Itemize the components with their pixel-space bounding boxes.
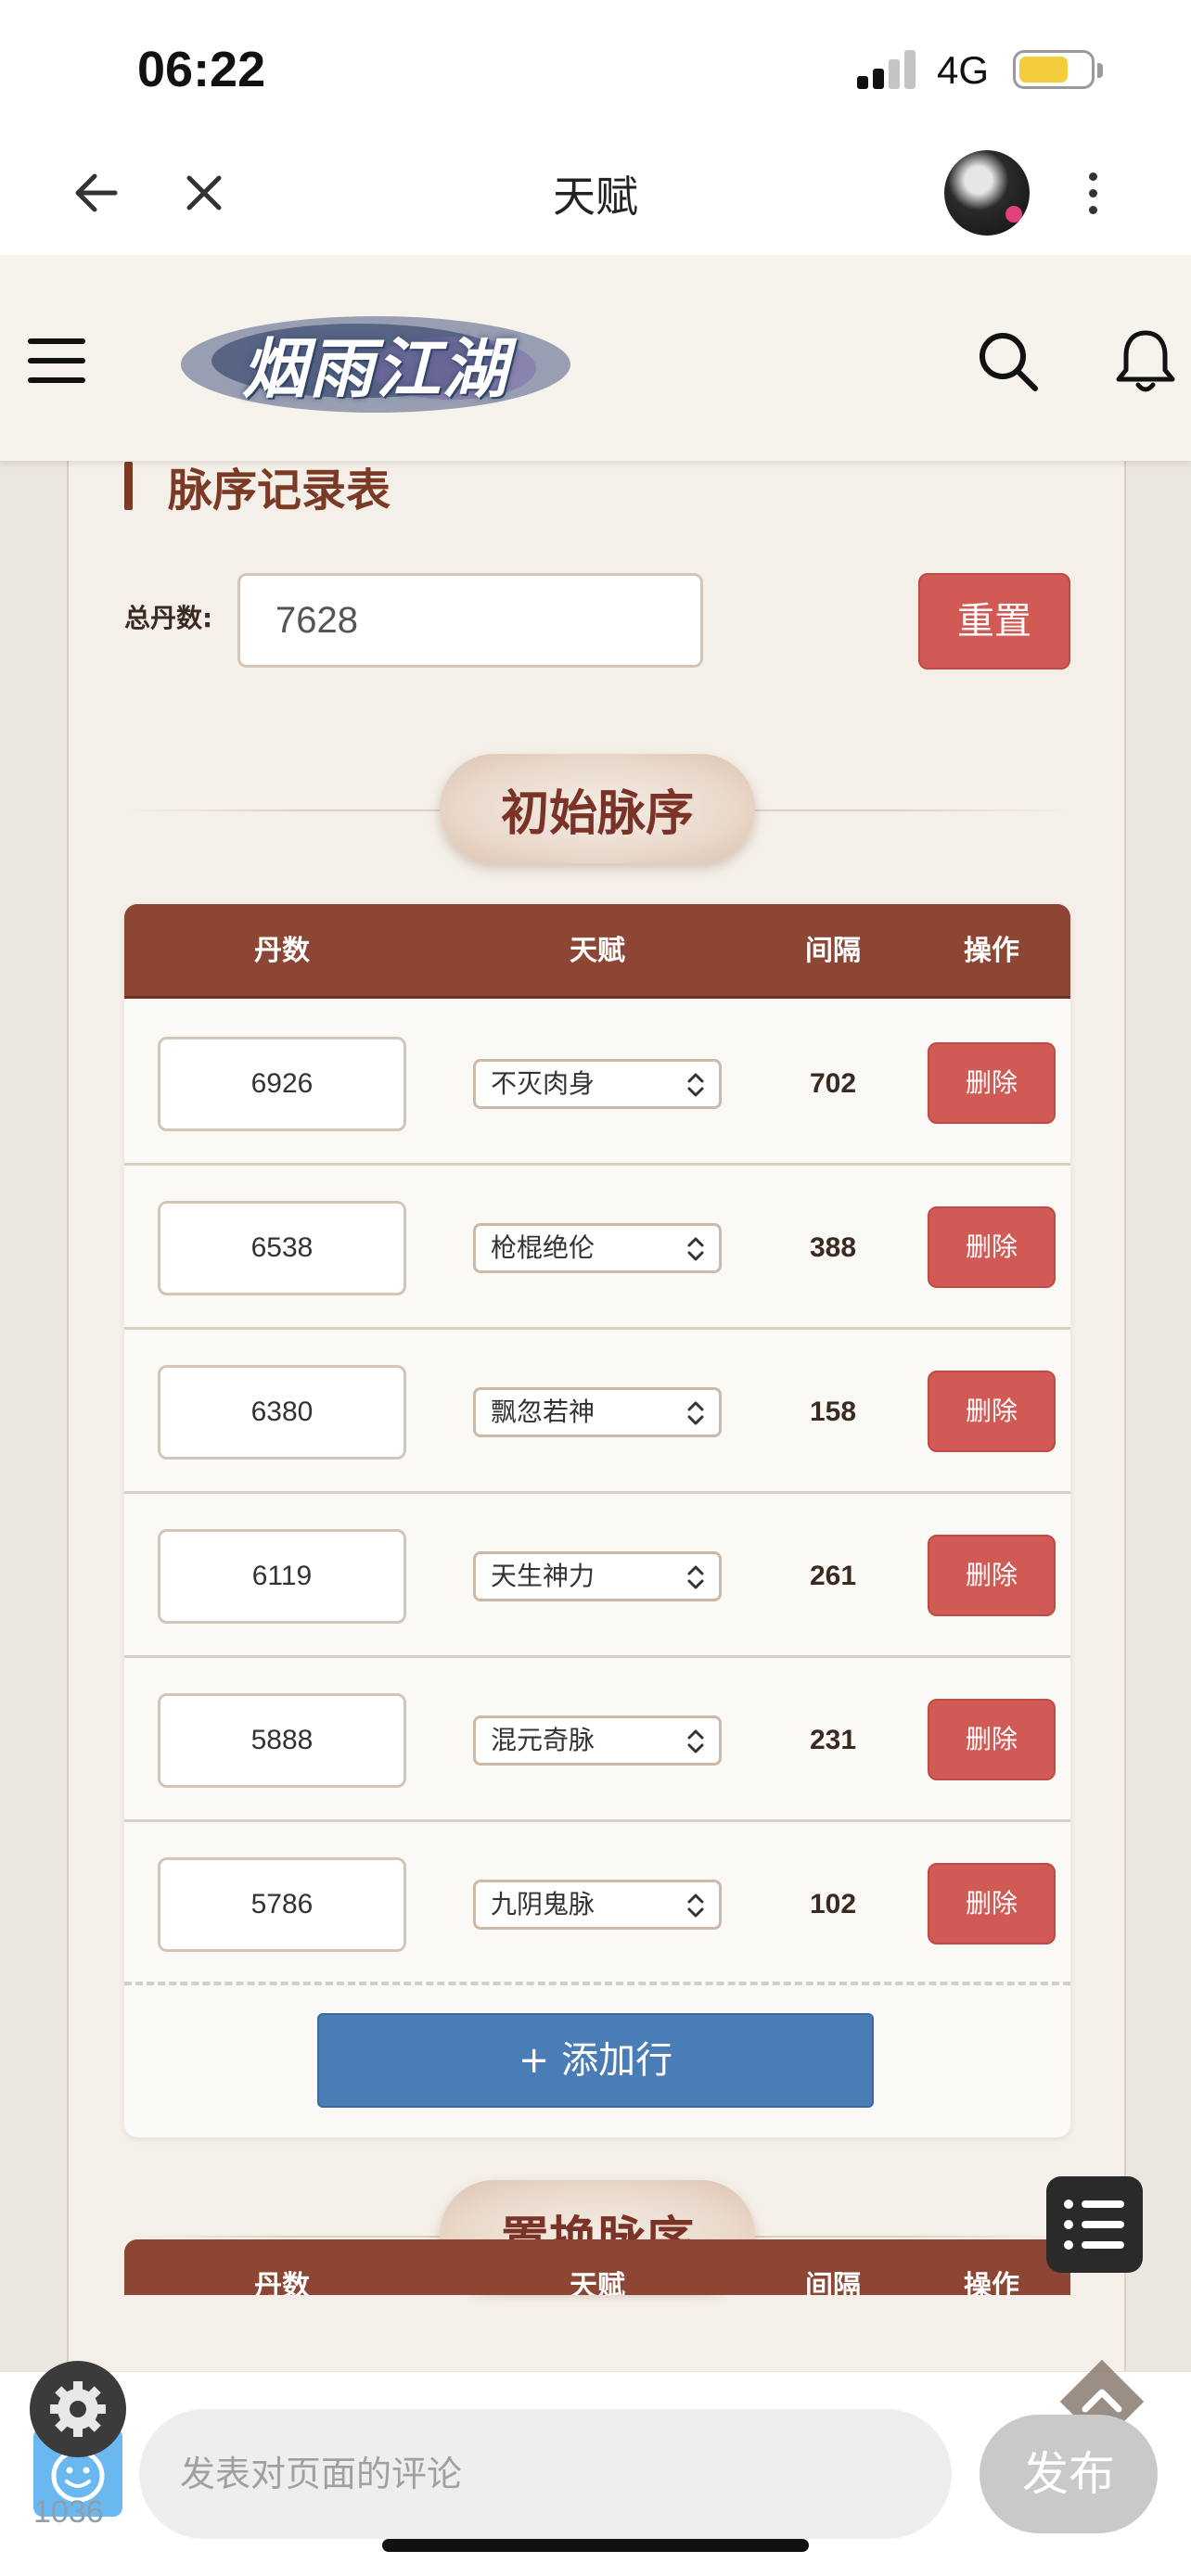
select-caret-icon (687, 1073, 704, 1097)
site-header: 烟雨江湖 (0, 255, 1191, 461)
talent-select-value: 混元奇脉 (491, 1725, 596, 1755)
gap-value: 102 (809, 1889, 857, 1919)
gap-value: 702 (809, 1068, 857, 1099)
dan-input[interactable]: 6119 (158, 1529, 406, 1624)
search-icon[interactable] (976, 329, 1041, 394)
table-row: 6926 不灭肉身 702 删除 (124, 1001, 1070, 1166)
table-row: 6380 飘忽若神 158 删除 (124, 1330, 1070, 1494)
dan-input[interactable]: 5888 (158, 1693, 406, 1788)
select-caret-icon (687, 1401, 704, 1425)
total-dan-label: 总丹数: (124, 603, 213, 633)
gap-value: 158 (809, 1396, 857, 1427)
column-action: 操作 (964, 2270, 1019, 2295)
network-label: 4G (937, 48, 990, 92)
section-title-text: 脉序记录表 (168, 465, 391, 516)
column-talent: 天赋 (570, 935, 625, 967)
select-caret-icon (687, 1894, 704, 1918)
talent-select[interactable]: 飘忽若神 (473, 1387, 722, 1437)
menu-icon[interactable] (28, 338, 85, 387)
reset-button[interactable]: 重置 (918, 573, 1070, 670)
comment-count: 1036 (33, 2494, 104, 2530)
status-time: 06:22 (137, 42, 266, 97)
comment-input[interactable]: 发表对页面的评论 (139, 2409, 952, 2539)
select-caret-icon (687, 1729, 704, 1753)
gap-value: 231 (809, 1725, 857, 1755)
talent-select[interactable]: 混元奇脉 (473, 1715, 722, 1766)
delete-button[interactable]: 删除 (928, 1699, 1056, 1780)
gear-icon[interactable] (30, 2361, 126, 2457)
total-dan-input[interactable]: 7628 (237, 573, 703, 668)
main-panel: 脉序记录表 总丹数: 7628 重置 初始脉序 丹数 天赋 间隔 操作 6926… (67, 461, 1126, 2371)
nav-bar: 天赋 (0, 139, 1191, 255)
table-row: 6119 天生神力 261 删除 (124, 1494, 1070, 1658)
column-talent: 天赋 (570, 2270, 625, 2295)
column-action: 操作 (964, 935, 1019, 967)
bell-icon[interactable] (1113, 327, 1178, 396)
site-logo[interactable]: 烟雨江湖 (174, 303, 577, 424)
talent-select-value: 九阴鬼脉 (491, 1889, 596, 1919)
column-dan: 丹数 (254, 935, 310, 967)
table-header: 丹数 天赋 间隔 操作 (124, 904, 1070, 999)
battery-icon (1013, 50, 1103, 89)
dan-input[interactable]: 5786 (158, 1857, 406, 1952)
add-row-button[interactable]: + 添加行 (317, 2013, 874, 2108)
delete-button[interactable]: 删除 (928, 1206, 1056, 1288)
select-caret-icon (687, 1237, 704, 1261)
column-gap: 间隔 (805, 935, 861, 967)
talent-select[interactable]: 九阴鬼脉 (473, 1880, 722, 1930)
delete-button[interactable]: 删除 (928, 1863, 1056, 1945)
status-bar: 06:22 4G (0, 0, 1191, 139)
avatar[interactable] (944, 150, 1030, 236)
talent-select[interactable]: 枪棍绝伦 (473, 1223, 722, 1273)
table-row: 5888 混元奇脉 231 删除 (124, 1658, 1070, 1822)
talent-select[interactable]: 不灭肉身 (473, 1059, 722, 1109)
column-dan: 丹数 (254, 2270, 310, 2295)
column-gap: 间隔 (805, 2270, 861, 2295)
more-icon[interactable] (1076, 167, 1109, 223)
delete-button[interactable]: 删除 (928, 1042, 1056, 1124)
gap-value: 388 (809, 1232, 857, 1263)
talent-select-value: 天生神力 (491, 1561, 596, 1591)
delete-button[interactable]: 删除 (928, 1371, 1056, 1452)
select-caret-icon (687, 1565, 704, 1589)
signal-icon (857, 50, 916, 89)
publish-button[interactable]: 发布 (980, 2415, 1158, 2533)
home-indicator (382, 2539, 809, 2552)
list-icon[interactable] (1046, 2176, 1143, 2273)
talent-select[interactable]: 天生神力 (473, 1551, 722, 1601)
table-row: 6538 枪棍绝伦 388 删除 (124, 1166, 1070, 1330)
dan-input[interactable]: 6926 (158, 1037, 406, 1131)
initial-order-heading: 初始脉序 (440, 754, 755, 863)
section-title: 脉序记录表 (124, 461, 391, 516)
talent-select-value: 飘忽若神 (491, 1396, 596, 1427)
talent-select-value: 不灭肉身 (491, 1068, 596, 1099)
dan-input[interactable]: 6538 (158, 1201, 406, 1295)
talent-select-value: 枪棍绝伦 (491, 1232, 596, 1263)
logo-text: 烟雨江湖 (242, 329, 509, 407)
dashed-separator (124, 1982, 1070, 1985)
swap-table-header: 丹数 天赋 间隔 操作 (124, 2239, 1070, 2295)
dan-input[interactable]: 6380 (158, 1365, 406, 1460)
table-row: 5786 九阴鬼脉 102 删除 (124, 1822, 1070, 1986)
initial-order-table: 丹数 天赋 间隔 操作 6926 不灭肉身 702 删除 6538 枪棍绝伦 3… (124, 904, 1070, 2137)
delete-button[interactable]: 删除 (928, 1535, 1056, 1616)
gap-value: 261 (809, 1561, 857, 1591)
